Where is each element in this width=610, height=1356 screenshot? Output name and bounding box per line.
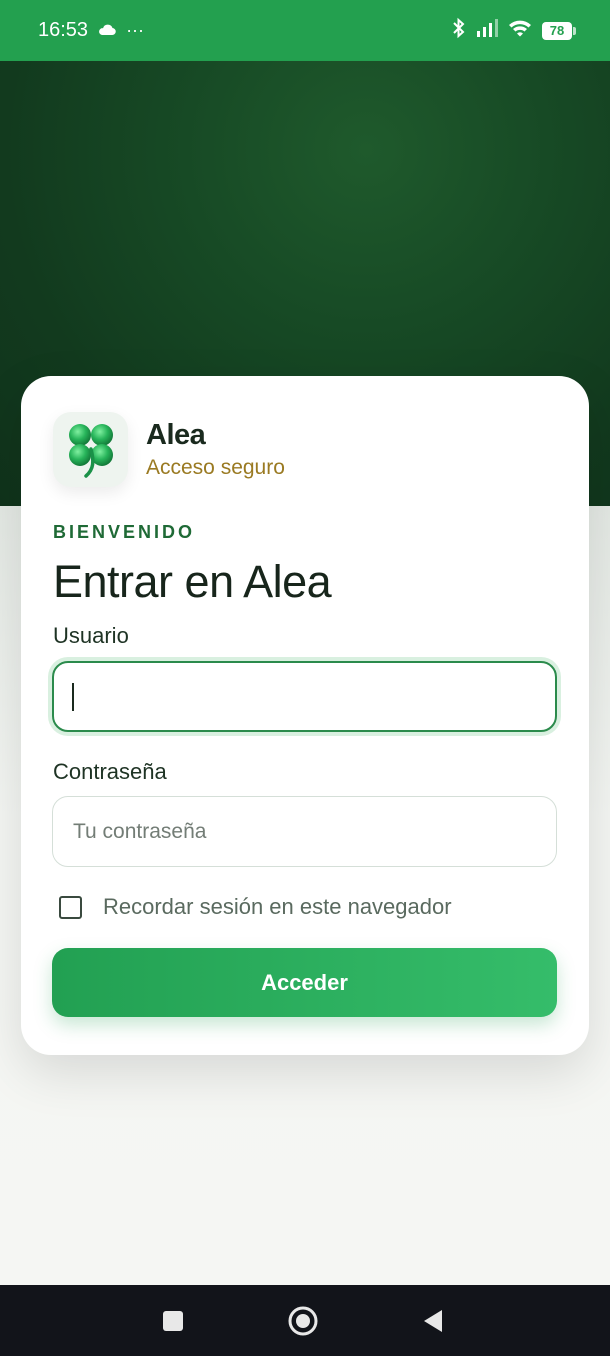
home-circle-icon[interactable] <box>273 1285 333 1356</box>
status-time: 16:53 <box>38 19 89 41</box>
cloud-icon <box>98 19 116 42</box>
username-input[interactable] <box>52 661 557 732</box>
username-label: Usuario <box>53 623 129 648</box>
four-leaf-clover-icon <box>53 412 128 487</box>
password-label: Contraseña <box>53 759 167 784</box>
app-tagline: Acceso seguro <box>146 456 285 479</box>
login-card: Alea Acceso seguro BIENVENIDO Entrar en … <box>21 376 589 1055</box>
overflow-dots-icon: ··· <box>126 20 145 40</box>
login-button[interactable]: Acceder <box>52 948 557 1017</box>
navigation-bar <box>0 1285 610 1356</box>
back-triangle-icon[interactable] <box>403 1285 463 1356</box>
welcome-eyebrow: BIENVENIDO <box>53 522 196 542</box>
brand-text: Alea Acceso seguro <box>146 419 285 480</box>
app-name: Alea <box>146 419 206 451</box>
bluetooth-icon <box>452 17 466 44</box>
battery-icon: 78 <box>542 21 576 40</box>
status-left: 16:53 ··· <box>38 19 144 42</box>
status-right: 78 <box>452 17 576 44</box>
text-caret <box>72 683 74 711</box>
password-input[interactable] <box>52 796 557 867</box>
page-title: Entrar en Alea <box>53 556 332 607</box>
remember-session-row[interactable]: Recordar sesión en este navegador <box>59 894 452 920</box>
signal-icon <box>476 19 498 42</box>
remember-label[interactable]: Recordar sesión en este navegador <box>103 894 452 920</box>
square-icon[interactable] <box>143 1285 203 1356</box>
brand-header: Alea Acceso seguro <box>53 412 285 487</box>
remember-checkbox[interactable] <box>59 895 82 919</box>
status-bar: 16:53 ··· 78 <box>0 0 610 61</box>
wifi-icon <box>508 19 532 42</box>
